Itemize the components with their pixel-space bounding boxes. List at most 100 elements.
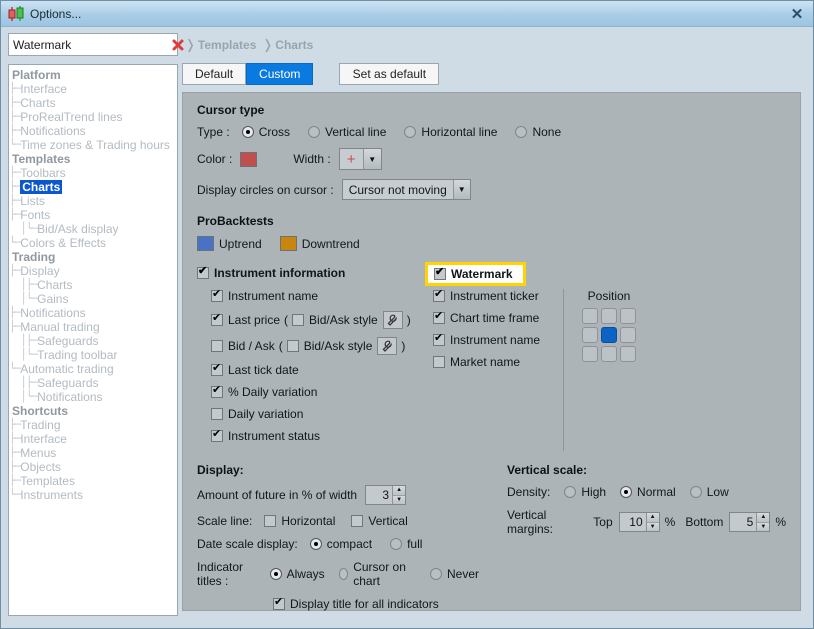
tab-custom[interactable]: Custom xyxy=(246,63,313,85)
instrument-option-4-checkbox[interactable]: % Daily variation xyxy=(211,385,317,399)
tree-item-charts[interactable]: ├─Charts xyxy=(9,96,177,110)
display-all-titles-checkbox[interactable]: Display title for all indicators xyxy=(273,597,439,611)
tree-item-trading[interactable]: Trading xyxy=(9,250,177,264)
date-scale-compact[interactable]: compact xyxy=(310,537,372,551)
stepper-down-icon[interactable]: ▼ xyxy=(393,496,405,505)
stepper-buttons[interactable]: ▲ ▼ xyxy=(392,486,405,504)
tree-item-interface[interactable]: ├─Interface xyxy=(9,432,177,446)
tree-item-charts[interactable]: ├─Charts xyxy=(9,180,177,194)
tree-item-trading[interactable]: ├─Trading xyxy=(9,418,177,432)
search-input[interactable] xyxy=(9,38,172,52)
margin-top-stepper[interactable]: ▲ ▼ xyxy=(619,512,660,532)
watermark-option-3-checkbox[interactable]: Market name xyxy=(433,355,520,369)
tree-item-toolbars[interactable]: ├─Toolbars xyxy=(9,166,177,180)
tree-item-charts[interactable]: │├─Charts xyxy=(9,278,177,292)
tree-item-prorealtrend-lines[interactable]: ├─ProRealTrend lines xyxy=(9,110,177,124)
tree-item-menus[interactable]: ├─Menus xyxy=(9,446,177,460)
position-cell-0[interactable] xyxy=(582,308,598,324)
tree-item-colors-effects[interactable]: └─Colors & Effects xyxy=(9,236,177,250)
uptrend-color-swatch[interactable] xyxy=(197,236,214,251)
margin-top-input[interactable] xyxy=(620,513,646,531)
tree-item-notifications[interactable]: ├─Notifications xyxy=(9,306,177,320)
breadcrumb-segment-1[interactable]: Charts xyxy=(275,38,313,52)
position-cell-8[interactable] xyxy=(620,346,636,362)
display-circles-select[interactable]: Cursor not moving ▼ xyxy=(342,179,471,200)
instrument-option-1-checkbox[interactable]: Last price xyxy=(211,313,280,327)
instrument-option-2-wrench-icon[interactable] xyxy=(377,337,397,355)
search-box[interactable] xyxy=(8,33,178,56)
instrument-option-5-checkbox[interactable]: Daily variation xyxy=(211,407,303,421)
tree-item-notifications[interactable]: ├─Notifications xyxy=(9,124,177,138)
indicator-titles-always[interactable]: Always xyxy=(270,567,325,581)
margin-bottom-stepper[interactable]: ▲ ▼ xyxy=(729,512,770,532)
future-width-stepper[interactable]: ▲ ▼ xyxy=(365,485,406,505)
tree-item-safeguards[interactable]: │├─Safeguards xyxy=(9,376,177,390)
position-cell-7[interactable] xyxy=(601,346,617,362)
margin-bottom-input[interactable] xyxy=(730,513,756,531)
cursor-width-selector[interactable]: + ▼ xyxy=(339,148,382,170)
chevron-down-icon[interactable]: ▼ xyxy=(364,149,381,169)
cursor-type-cross[interactable]: Cross xyxy=(242,125,290,139)
settings-tree[interactable]: Platform├─Interface├─Charts├─ProRealTren… xyxy=(8,64,178,616)
downtrend-color-swatch[interactable] xyxy=(280,236,297,251)
instrument-option-6-checkbox[interactable]: Instrument status xyxy=(211,429,320,443)
position-cell-1[interactable] xyxy=(601,308,617,324)
scale-line-horizontal-checkbox[interactable]: Horizontal xyxy=(264,514,335,528)
tree-item-gains[interactable]: │└─Gains xyxy=(9,292,177,306)
scale-line-vertical-checkbox[interactable]: Vertical xyxy=(351,514,407,528)
tree-item-shortcuts[interactable]: Shortcuts xyxy=(9,404,177,418)
close-icon[interactable]: ✕ xyxy=(781,1,813,26)
stepper-down-icon[interactable]: ▼ xyxy=(647,523,659,532)
tree-item-lists[interactable]: ├─Lists xyxy=(9,194,177,208)
density-low[interactable]: Low xyxy=(690,485,729,499)
stepper-buttons[interactable]: ▲ ▼ xyxy=(756,513,769,531)
stepper-down-icon[interactable]: ▼ xyxy=(757,523,769,532)
tree-item-objects[interactable]: ├─Objects xyxy=(9,460,177,474)
position-cell-3[interactable] xyxy=(582,327,598,343)
instrument-information-group-checkbox[interactable]: Instrument information xyxy=(197,266,345,280)
tree-item-automatic-trading[interactable]: └─Automatic trading xyxy=(9,362,177,376)
cursor-color-swatch[interactable] xyxy=(240,152,257,167)
chevron-down-icon[interactable]: ▼ xyxy=(453,180,470,199)
position-cell-2[interactable] xyxy=(620,308,636,324)
indicator-titles-never[interactable]: Never xyxy=(430,567,479,581)
set-as-default-button[interactable]: Set as default xyxy=(339,63,439,85)
instrument-option-1-wrench-icon[interactable] xyxy=(383,311,403,329)
watermark-option-0-checkbox[interactable]: Instrument ticker xyxy=(433,289,539,303)
tree-item-bid-ask-display[interactable]: │└─Bid/Ask display xyxy=(9,222,177,236)
watermark-option-1-checkbox[interactable]: Chart time frame xyxy=(433,311,539,325)
instrument-option-1-style-checkbox[interactable]: Bid/Ask style xyxy=(292,313,378,327)
indicator-titles-cursor[interactable]: Cursor on chart xyxy=(339,560,416,588)
density-normal[interactable]: Normal xyxy=(620,485,676,499)
breadcrumb-segment-0[interactable]: Templates xyxy=(198,38,256,52)
tree-item-display[interactable]: ├─Display xyxy=(9,264,177,278)
tree-item-time-zones-trading-hours[interactable]: └─Time zones & Trading hours xyxy=(9,138,177,152)
cursor-type-vertical[interactable]: Vertical line xyxy=(308,125,386,139)
tree-item-platform[interactable]: Platform xyxy=(9,68,177,82)
cursor-type-none[interactable]: None xyxy=(515,125,561,139)
stepper-buttons[interactable]: ▲ ▼ xyxy=(646,513,659,531)
position-cell-6[interactable] xyxy=(582,346,598,362)
instrument-option-2-style-checkbox[interactable]: Bid/Ask style xyxy=(287,339,373,353)
watermark-option-2-checkbox[interactable]: Instrument name xyxy=(433,333,540,347)
stepper-up-icon[interactable]: ▲ xyxy=(757,513,769,523)
tab-default[interactable]: Default xyxy=(182,63,246,85)
tree-item-notifications[interactable]: │└─Notifications xyxy=(9,390,177,404)
instrument-option-2-checkbox[interactable]: Bid / Ask xyxy=(211,339,275,353)
stepper-up-icon[interactable]: ▲ xyxy=(393,486,405,496)
tree-item-fonts[interactable]: ├─Fonts xyxy=(9,208,177,222)
cursor-type-horizontal[interactable]: Horizontal line xyxy=(404,125,497,139)
position-cell-4[interactable] xyxy=(601,327,617,343)
date-scale-full[interactable]: full xyxy=(390,537,422,551)
tree-item-templates[interactable]: ├─Templates xyxy=(9,474,177,488)
future-width-input[interactable] xyxy=(366,486,392,504)
tree-item-templates[interactable]: Templates xyxy=(9,152,177,166)
instrument-option-0-checkbox[interactable]: Instrument name xyxy=(211,289,318,303)
position-grid[interactable] xyxy=(582,308,636,362)
instrument-option-3-checkbox[interactable]: Last tick date xyxy=(211,363,299,377)
tree-item-instruments[interactable]: └─Instruments xyxy=(9,488,177,502)
position-cell-5[interactable] xyxy=(620,327,636,343)
density-high[interactable]: High xyxy=(564,485,606,499)
tree-item-trading-toolbar[interactable]: │└─Trading toolbar xyxy=(9,348,177,362)
watermark-group-checkbox[interactable]: Watermark xyxy=(434,267,513,281)
